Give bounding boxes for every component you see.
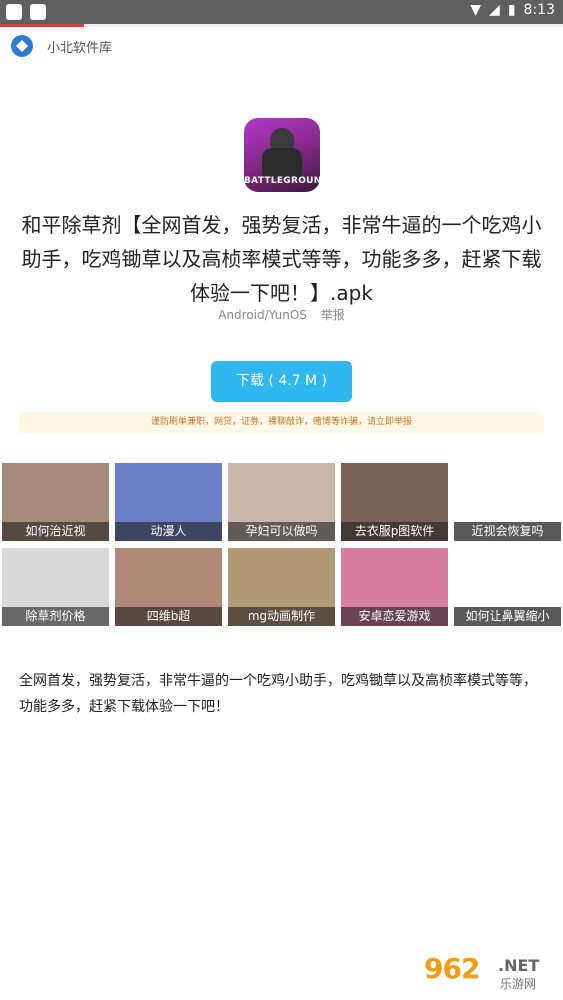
tile-label: 安卓恋爱游戏 bbox=[341, 607, 448, 626]
watermark-sub: 乐游网 bbox=[500, 977, 537, 991]
notification-icon bbox=[30, 4, 46, 20]
tile-label: 如何让鼻翼缩小 bbox=[454, 607, 561, 626]
signal-icon: ◢ bbox=[489, 2, 500, 18]
recommend-tile[interactable]: 除草剂价格 bbox=[2, 548, 109, 626]
platform-row: Android/YunOS 举报 bbox=[0, 306, 563, 323]
app-bar: 小北软件库 bbox=[0, 27, 563, 67]
fraud-warning-banner: 谨防刷单兼职，网贷，证劵，裸聊敲诈，赌博等诈骗，请立即举报 bbox=[19, 412, 544, 433]
tile-label: 动漫人 bbox=[115, 522, 222, 541]
recommend-tile[interactable]: 近视会恢复吗 bbox=[454, 463, 561, 541]
app-description: 全网首发，强势复活，非常牛逼的一个吃鸡小助手，吃鸡锄草以及高桢率模式等等，功能多… bbox=[19, 673, 537, 715]
tile-label: 去衣服p图软件 bbox=[341, 522, 448, 541]
tile-label: 除草剂价格 bbox=[2, 607, 109, 626]
status-bar: ▼ ◢ ▮ 8:13 bbox=[0, 0, 563, 24]
watermark-logo: 962 bbox=[424, 952, 480, 985]
platform-label: Android/YunOS bbox=[218, 308, 307, 322]
battery-icon: ▮ bbox=[507, 2, 516, 18]
app-icon-brand: BATTLEGROUNDS bbox=[244, 176, 320, 186]
app-logo-icon bbox=[11, 35, 33, 57]
report-link[interactable]: 举报 bbox=[321, 308, 345, 322]
recommend-tile[interactable]: 孕妇可以做吗 bbox=[228, 463, 335, 541]
status-time: 8:13 bbox=[523, 2, 555, 18]
tile-label: 近视会恢复吗 bbox=[454, 522, 561, 541]
body-shape bbox=[262, 148, 302, 178]
recommend-tile[interactable]: 动漫人 bbox=[115, 463, 222, 541]
recommendation-grid: 如何治近视 动漫人 孕妇可以做吗 去衣服p图软件 近视会恢复吗除草剂价格 四维b超 mg动画… bbox=[2, 463, 562, 628]
watermark-net: .NET bbox=[498, 956, 540, 975]
recommend-tile[interactable]: 如何让鼻翼缩小 bbox=[454, 548, 561, 626]
helmet-shape bbox=[270, 128, 294, 150]
recommend-tile[interactable]: 去衣服p图软件 bbox=[341, 463, 448, 541]
tile-label: 如何治近视 bbox=[2, 522, 109, 541]
tile-label: mg动画制作 bbox=[228, 607, 335, 626]
download-button[interactable]: 下载 ( 4.7 M ) bbox=[211, 361, 352, 402]
tile-label: 孕妇可以做吗 bbox=[228, 522, 335, 541]
watermark: 962 .NET 乐游网 bbox=[424, 952, 556, 994]
recommend-tile[interactable]: 如何治近视 bbox=[2, 463, 109, 541]
wifi-icon: ▼ bbox=[470, 2, 482, 18]
app-icon: BATTLEGROUNDS bbox=[244, 118, 320, 192]
app-title: 和平除草剂【全网首发，强势复活，非常牛逼的一个吃鸡小助手，吃鸡锄草以及高桢率模式… bbox=[21, 213, 542, 305]
notification-icon bbox=[6, 4, 22, 20]
recommend-tile[interactable]: 四维b超 bbox=[115, 548, 222, 626]
app-bar-title: 小北软件库 bbox=[47, 41, 113, 56]
tile-label: 四维b超 bbox=[115, 607, 222, 626]
recommend-tile[interactable]: 安卓恋爱游戏 bbox=[341, 548, 448, 626]
recommend-tile[interactable]: mg动画制作 bbox=[228, 548, 335, 626]
